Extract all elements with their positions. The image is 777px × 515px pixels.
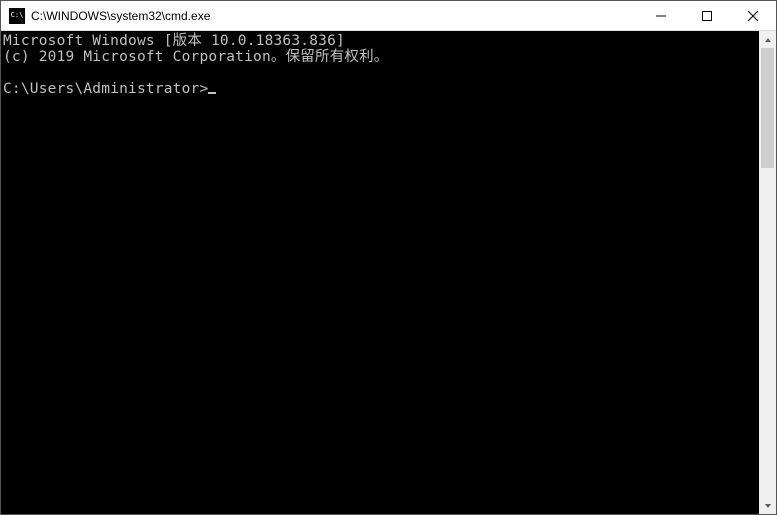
cmd-window: C:\WINDOWS\system32\cmd.exe Microsoft Wi…: [0, 0, 777, 515]
window-controls: [638, 1, 776, 30]
terminal-prompt: C:\Users\Administrator>: [3, 81, 208, 97]
terminal-prompt-line: C:\Users\Administrator>: [3, 81, 759, 97]
maximize-button[interactable]: [684, 1, 730, 30]
scrollbar-track[interactable]: [759, 48, 776, 497]
terminal[interactable]: Microsoft Windows [版本 10.0.18363.836](c)…: [1, 31, 759, 514]
scroll-down-button[interactable]: [759, 497, 776, 514]
titlebar[interactable]: C:\WINDOWS\system32\cmd.exe: [1, 1, 776, 31]
terminal-container: Microsoft Windows [版本 10.0.18363.836](c)…: [1, 31, 776, 514]
terminal-line: Microsoft Windows [版本 10.0.18363.836]: [3, 33, 759, 49]
vertical-scrollbar[interactable]: [759, 31, 776, 514]
scrollbar-thumb[interactable]: [761, 48, 774, 168]
terminal-blank-line: [3, 65, 759, 81]
close-button[interactable]: [730, 1, 776, 30]
terminal-line: (c) 2019 Microsoft Corporation。保留所有权利。: [3, 49, 759, 65]
cmd-icon: [9, 8, 25, 24]
cursor: [208, 92, 216, 94]
window-title: C:\WINDOWS\system32\cmd.exe: [31, 9, 638, 23]
minimize-button[interactable]: [638, 1, 684, 30]
scroll-up-button[interactable]: [759, 31, 776, 48]
